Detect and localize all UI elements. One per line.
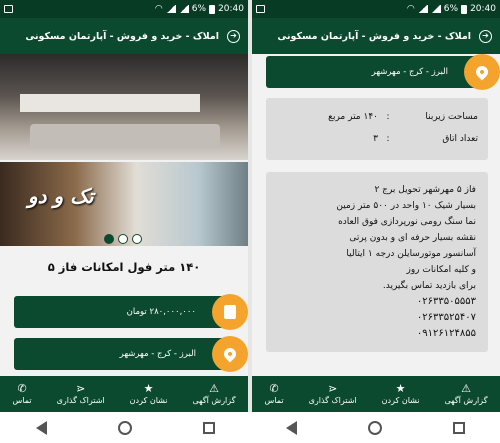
signal-icon [165,5,176,13]
signal-icon-2 [430,5,441,13]
location-bar[interactable]: البرز - کرج - مهرشهر [266,54,500,90]
location-badge [212,336,248,372]
screenshot: ◠ 6% 20:40 املاک - خرید و فروش - آپارتما… [0,0,500,443]
battery-icon [209,4,216,14]
status-bar: ◠ 6% 20:40 [0,0,248,18]
share-icon: ⋖ [76,382,86,395]
carousel-dot[interactable] [104,234,114,244]
nav-bookmark[interactable]: ★ نشان کردن [130,383,168,405]
description-card: فاز ۵ مهرشهر تحویل برج ۲ بسیار شیک ۱۰ وا… [266,172,488,352]
right-screen: ◠ 6% 20:40 املاک - خرید و فروش - آپارتما… [252,0,500,412]
image-carousel[interactable]: تک و دو [0,54,248,246]
gallery-icon [4,5,13,13]
price-badge [212,294,248,330]
phone-number[interactable]: ۰۲۶۳۳۵۰۵۵۵۳ [278,294,476,310]
warning-icon: ⚠ [461,382,471,395]
location-pin-icon [221,345,239,363]
carousel-dots [104,234,142,244]
phone-icon: ✆ [269,382,279,395]
signal-icon [417,5,428,13]
clock: 20:40 [218,4,244,14]
location-text: البرز - کرج - مهرشهر [371,67,448,77]
location-badge [464,54,500,90]
location-pin-icon [473,63,491,81]
description-text: فاز ۵ مهرشهر تحویل برج ۲ بسیار شیک ۱۰ وا… [266,172,488,352]
system-nav-bar [0,412,500,443]
battery-icon [461,4,468,14]
price-tag-icon [224,305,236,319]
phone-icon: ✆ [17,382,27,395]
ad-title: ۱۴۰ متر فول امکانات فاز ۵ [47,260,201,274]
watermark-logo: تک و دو [28,184,94,208]
carousel-dot[interactable] [118,234,128,244]
nav-call[interactable]: ✆ تماس [13,383,32,405]
nav-bookmark[interactable]: ★ نشان کردن [382,383,420,405]
signal-icon-2 [178,5,189,13]
back-arrow-icon[interactable]: ➔ [227,29,240,43]
home-circle-icon[interactable] [117,420,132,435]
warning-icon: ⚠ [209,382,219,395]
back-triangle-icon[interactable] [285,420,297,435]
back-arrow-icon[interactable]: ➔ [479,29,492,43]
nav-report[interactable]: ⚠ گزارش آگهی [445,383,488,405]
wifi-icon: ◠ [406,4,415,14]
carousel-dot[interactable] [132,234,142,244]
nav-share[interactable]: ⋖ اشتراک گذاری [57,383,105,405]
recents-square-icon[interactable] [452,421,465,434]
spec-row: مساحت زیربنا : ۱۴۰ متر مربع [328,112,478,122]
nav-share[interactable]: ⋖ اشتراک گذاری [309,383,357,405]
price-bar: ۲۸۰,۰۰۰,۰۰۰ تومان [14,294,248,330]
share-icon: ⋖ [328,382,338,395]
phone-number[interactable]: ۰۹۱۲۶۱۲۴۸۵۵ [278,326,476,342]
left-screen: ◠ 6% 20:40 املاک - خرید و فروش - آپارتما… [0,0,248,412]
location-text: البرز - کرج - مهرشهر [119,349,196,359]
bottom-nav: ⚠ گزارش آگهی ★ نشان کردن ⋖ اشتراک گذاری … [252,376,500,412]
nav-call[interactable]: ✆ تماس [265,383,284,405]
wifi-icon: ◠ [154,4,163,14]
price-text: ۲۸۰,۰۰۰,۰۰۰ تومان [126,307,196,317]
battery-percent: 6% [443,4,459,14]
nav-report[interactable]: ⚠ گزارش آگهی [193,383,236,405]
app-bar-title: املاک - خرید و فروش - آپارتمان مسکونی [25,30,219,42]
home-circle-icon[interactable] [367,420,382,435]
app-bar: املاک - خرید و فروش - آپارتمان مسکونی ➔ [252,18,500,54]
bottom-nav: ⚠ گزارش آگهی ★ نشان کردن ⋖ اشتراک گذاری … [0,376,248,412]
specs-card: مساحت زیربنا : ۱۴۰ متر مربع تعداد اتاق :… [266,98,488,160]
spec-row: تعداد اتاق : ۳ [373,134,478,144]
star-icon: ★ [395,382,406,395]
recents-square-icon[interactable] [202,421,215,434]
gallery-icon [256,5,265,13]
app-bar: املاک - خرید و فروش - آپارتمان مسکونی ➔ [0,18,248,54]
battery-percent: 6% [191,4,207,14]
location-bar[interactable]: البرز - کرج - مهرشهر [14,336,248,372]
clock: 20:40 [470,4,496,14]
app-bar-title: املاک - خرید و فروش - آپارتمان مسکونی [277,30,471,42]
star-icon: ★ [143,382,154,395]
property-photo [0,54,248,160]
back-triangle-icon[interactable] [35,420,47,435]
phone-number[interactable]: ۰۲۶۳۳۵۲۵۴۰۷ [278,310,476,326]
status-bar: ◠ 6% 20:40 [252,0,500,18]
